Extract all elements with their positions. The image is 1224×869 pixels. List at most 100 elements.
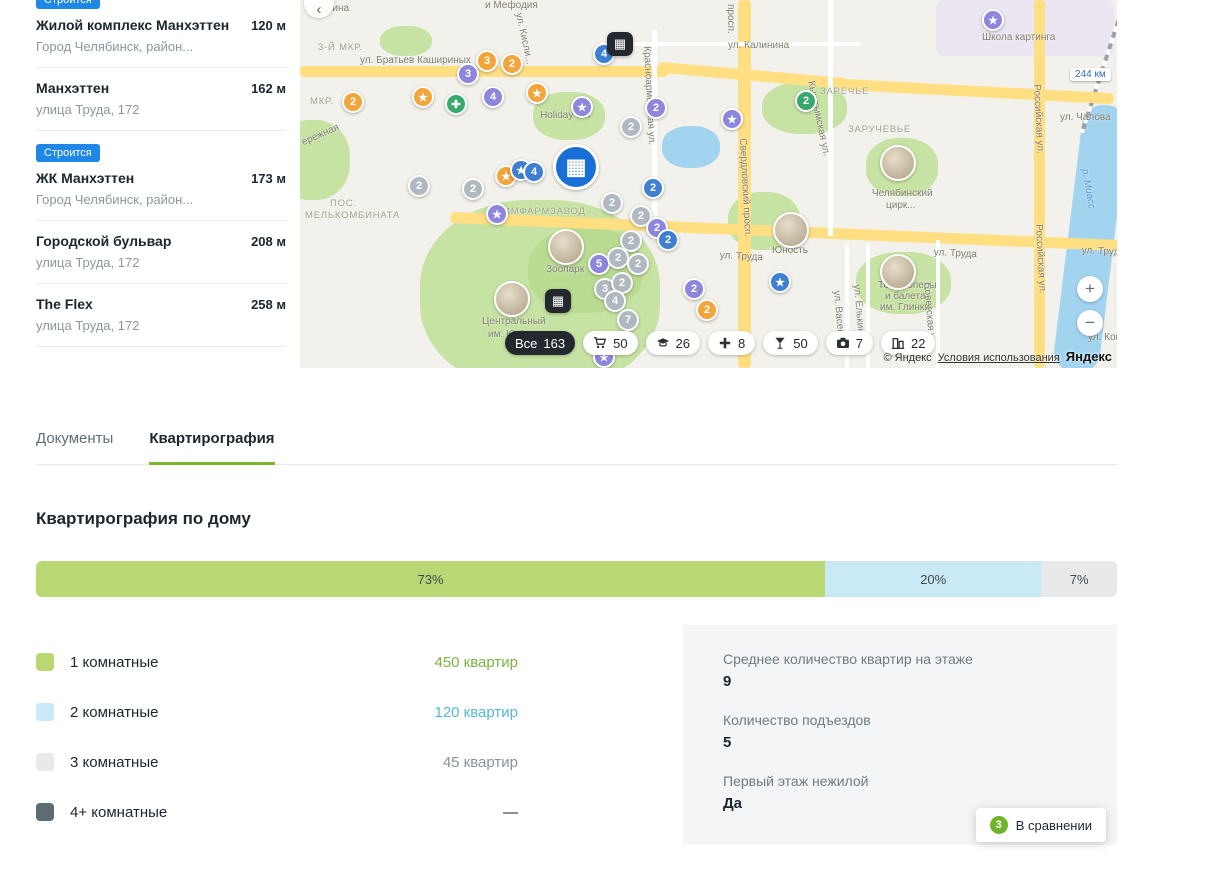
- map[interactable]: шкина и Мефодия 3-Й МКР. ул. Братьев Кашири…: [300, 0, 1117, 368]
- comparison-label: В сравнении: [1015, 817, 1092, 833]
- map-label: и балета: [885, 291, 926, 302]
- map-marker[interactable]: 2: [601, 192, 623, 214]
- map-marker[interactable]: 7: [617, 309, 639, 331]
- map-marker[interactable]: ▦: [545, 289, 571, 313]
- complex-address: улица Труда, 172: [36, 318, 140, 333]
- map-marker[interactable]: [494, 281, 530, 317]
- map-label: ХИМФАРМЗАВОД: [496, 206, 586, 217]
- map-marker[interactable]: 4: [604, 290, 626, 312]
- complex-title[interactable]: Манхэттен: [36, 80, 109, 96]
- map-marker[interactable]: ★: [982, 9, 1004, 31]
- house-stats-panel: Среднее количество квартир на этаже 9 Ко…: [683, 625, 1117, 845]
- map-label: Центральный: [482, 316, 546, 327]
- map-marker[interactable]: ▦: [553, 144, 599, 190]
- page: Строится Жилой комплекс Манхэттен 120 м …: [36, 0, 1117, 845]
- status-badge: Строится: [36, 0, 100, 9]
- legend-swatch: [36, 703, 54, 721]
- legend-swatch: [36, 803, 54, 821]
- map-marker[interactable]: 2: [462, 178, 484, 200]
- map-filter-all[interactable]: Все 163: [505, 331, 576, 355]
- camera-icon: [836, 337, 849, 348]
- building-icon: [891, 337, 905, 350]
- map-marker[interactable]: 2: [501, 53, 523, 75]
- map-marker[interactable]: [548, 229, 584, 265]
- map-marker[interactable]: 2: [620, 116, 642, 138]
- complex-title[interactable]: Городской бульвар: [36, 233, 171, 249]
- map-marker[interactable]: ✚: [445, 93, 467, 115]
- list-item[interactable]: Строится ЖК Манхэттен 173 м Город Челяби…: [36, 131, 286, 221]
- complex-title[interactable]: ЖК Манхэттен: [36, 170, 134, 186]
- map-marker[interactable]: 4: [482, 86, 504, 108]
- collapse-panel-button[interactable]: ‹: [304, 0, 334, 18]
- map-terms-link[interactable]: Условия использования: [938, 352, 1060, 364]
- minus-icon: −: [1085, 313, 1095, 332]
- comparison-widget[interactable]: 3 В сравнении: [975, 808, 1106, 842]
- map-marker[interactable]: ★: [769, 271, 791, 293]
- comparison-count-badge: 3: [989, 816, 1008, 834]
- map-marker[interactable]: 2: [642, 177, 664, 199]
- filter-count: 8: [738, 335, 746, 351]
- filter-all-count: 163: [543, 335, 566, 351]
- map-marker[interactable]: ★: [721, 108, 743, 130]
- map-marker[interactable]: ★: [526, 82, 548, 104]
- tab-flat-distribution[interactable]: Квартирография: [149, 430, 275, 465]
- map-marker[interactable]: 2: [657, 229, 679, 251]
- zoom-in-button[interactable]: +: [1077, 276, 1103, 302]
- distance: 208 м: [251, 234, 286, 249]
- rooms-distribution-bar: 73% 20% 7%: [36, 561, 1117, 597]
- map-label: МЕЛЬКОМБИНАТА: [305, 210, 401, 221]
- tab-documents[interactable]: Документы: [36, 430, 113, 464]
- complex-title[interactable]: The Flex: [36, 296, 93, 312]
- map-marker[interactable]: ▦: [607, 32, 633, 56]
- map-label: ЗАРЕЧЬЕ: [820, 86, 870, 97]
- map-marker[interactable]: 2: [696, 299, 718, 321]
- legend-label: 4+ комнатные: [70, 803, 168, 821]
- map-water-shape: [662, 126, 720, 168]
- yandex-logo[interactable]: Яндекс: [1066, 349, 1112, 364]
- map-road-shape: [1034, 0, 1045, 368]
- map-marker[interactable]: 2: [342, 91, 364, 113]
- complex-address: Город Челябинск, район...: [36, 39, 194, 54]
- map-road-shape: [839, 78, 1115, 105]
- bar-segment: 7%: [1041, 561, 1117, 597]
- shop-icon: [594, 336, 607, 349]
- map-marker[interactable]: 2: [627, 253, 649, 275]
- map-filter-medicine[interactable]: 8: [708, 331, 756, 355]
- list-item[interactable]: Манхэттен 162 м улица Труда, 172: [36, 68, 286, 131]
- map-label: ПОС.: [330, 198, 357, 209]
- list-item[interactable]: Городской бульвар 208 м улица Труда, 172: [36, 221, 286, 284]
- map-marker[interactable]: [773, 212, 809, 248]
- map-label: ул. Труда: [933, 247, 978, 261]
- map-marker[interactable]: 2: [795, 90, 817, 112]
- map-zone-shape: [936, 0, 1114, 56]
- map-filter-leisure[interactable]: 50: [763, 331, 818, 355]
- map-marker[interactable]: ★: [571, 96, 593, 118]
- map-marker[interactable]: 2: [408, 175, 430, 197]
- map-road-shape: [828, 0, 833, 236]
- stat-label: Количество подъездов: [723, 712, 871, 728]
- list-item[interactable]: The Flex 258 м улица Труда, 172: [36, 284, 286, 347]
- map-filter-bar: Все 163 50 26 8 50 7 22: [505, 331, 936, 355]
- map-filter-shops[interactable]: 50: [583, 331, 638, 355]
- map-marker[interactable]: 2: [683, 278, 705, 300]
- map-marker[interactable]: 2: [645, 97, 667, 119]
- map-marker[interactable]: 4: [523, 161, 545, 183]
- map-marker[interactable]: ★: [486, 203, 508, 225]
- map-label: и Мефодия: [485, 0, 538, 11]
- map-label: 244 км: [1070, 68, 1111, 81]
- map-filter-photo[interactable]: 7: [825, 331, 873, 355]
- map-park-shape: [380, 26, 432, 56]
- stat-label: Среднее количество квартир на этаже: [723, 651, 973, 667]
- map-marker[interactable]: 3: [476, 50, 498, 72]
- map-label: Российская ул.: [1033, 224, 1048, 295]
- map-marker[interactable]: [880, 254, 916, 290]
- map-marker[interactable]: [880, 145, 916, 181]
- map-filter-education[interactable]: 26: [645, 331, 701, 355]
- zoom-out-button[interactable]: −: [1077, 310, 1103, 336]
- complex-title[interactable]: Жилой комплекс Манхэттен: [36, 17, 229, 33]
- map-marker[interactable]: 3: [457, 63, 479, 85]
- legend-value: 120 квартир: [434, 703, 518, 721]
- map-marker[interactable]: ★: [412, 86, 434, 108]
- map-marker[interactable]: 2: [607, 247, 629, 269]
- list-item[interactable]: Строится Жилой комплекс Манхэттен 120 м …: [36, 0, 286, 68]
